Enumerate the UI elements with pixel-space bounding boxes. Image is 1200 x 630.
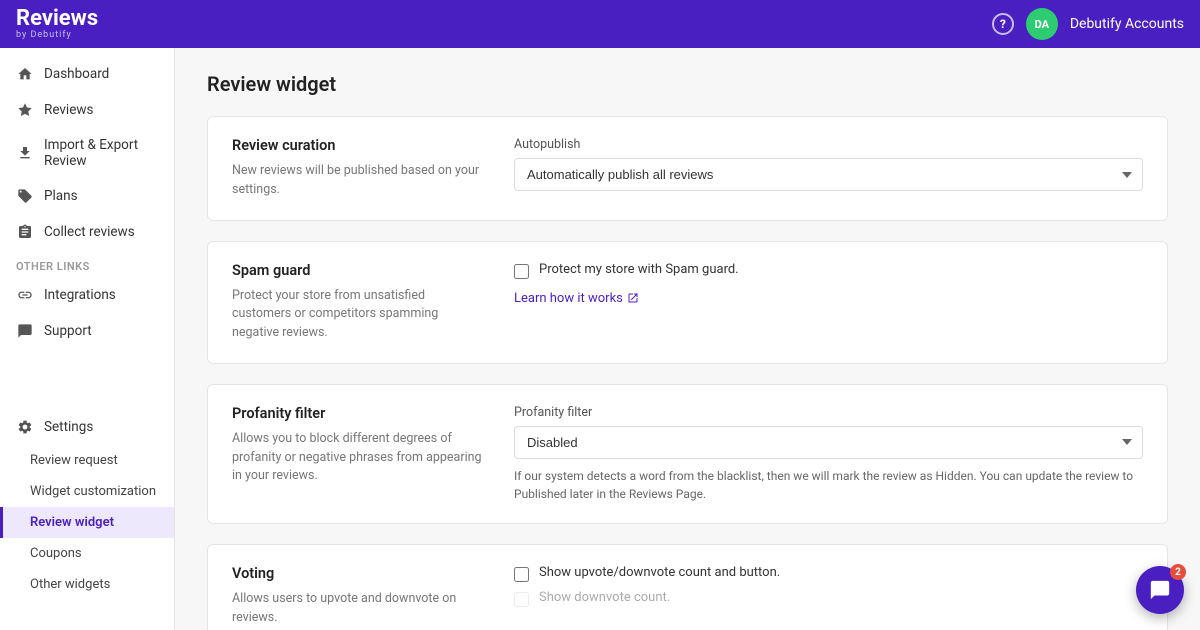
section-info-review-curation: Review curation New reviews will be publ… [232,137,482,200]
section-voting: Voting Allows users to upvote and downvo… [207,544,1168,630]
section-title-profanity: Profanity filter [232,405,482,422]
logo: Reviews by Debutify [16,8,98,40]
chat-bubble-icon [1149,579,1171,601]
sidebar-item-collect-reviews[interactable]: Collect reviews [0,214,174,250]
section-review-curation: Review curation New reviews will be publ… [207,116,1168,221]
sidebar-sub-label-widget-customization: Widget customization [30,484,156,499]
tag-icon [16,187,34,205]
star-icon [16,101,34,119]
header-right: ? DA Debutify Accounts [992,8,1184,40]
profanity-filter-select[interactable]: Disabled Low Medium High [514,426,1143,459]
main-content: Review widget Review curation New review… [175,48,1200,630]
sidebar-label-support: Support [44,323,92,339]
downvote-checkbox-label: Show downvote count. [539,590,670,605]
sidebar-label-collect-reviews: Collect reviews [44,224,135,240]
section-controls-spam-guard: Protect my store with Spam guard. Learn … [514,262,1143,343]
sidebar-sub-widget-customization[interactable]: Widget customization [0,476,174,507]
sidebar-item-support[interactable]: Support [0,313,174,349]
section-controls-voting: Show upvote/downvote count and button. S… [514,565,1143,628]
section-desc-voting: Allows users to upvote and downvote on r… [232,590,482,628]
section-profanity-filter: Profanity filter Allows you to block dif… [207,384,1168,524]
profanity-hint: If our system detects a word from the bl… [514,467,1143,503]
downvote-checkbox[interactable] [514,592,529,607]
sidebar-label-plans: Plans [44,188,78,204]
sidebar-label-dashboard: Dashboard [44,66,109,82]
external-link-icon [627,292,639,304]
autopublish-label: Autopublish [514,137,1143,152]
sidebar-label-import-export: Import & Export Review [44,137,158,169]
chat-icon [16,322,34,340]
clipboard-icon [16,223,34,241]
home-icon [16,65,34,83]
sidebar-label-reviews: Reviews [44,102,94,118]
section-info-profanity: Profanity filter Allows you to block dif… [232,405,482,503]
avatar: DA [1026,8,1058,40]
page-title: Review widget [207,72,1168,96]
learn-how-link[interactable]: Learn how it works [514,291,639,306]
header: Reviews by Debutify ? DA Debutify Accoun… [0,0,1200,48]
section-spam-guard: Spam guard Protect your store from unsat… [207,241,1168,364]
sidebar-sub-label-other-widgets: Other widgets [30,577,110,592]
sidebar-item-reviews[interactable]: Reviews [0,92,174,128]
section-title-review-curation: Review curation [232,137,482,154]
learn-how-text: Learn how it works [514,291,623,306]
sidebar-sub-label-review-request: Review request [30,453,118,468]
section-desc-spam-guard: Protect your store from unsatisfied cust… [232,287,482,343]
upvote-checkbox[interactable] [514,567,529,582]
sidebar-item-integrations[interactable]: Integrations [0,277,174,313]
sidebar-sub-coupons[interactable]: Coupons [0,538,174,569]
profanity-filter-label: Profanity filter [514,405,1143,420]
logo-subtitle: by Debutify [16,30,98,40]
other-links-label: OTHER LINKS [0,250,174,277]
sidebar-sub-label-review-widget: Review widget [30,515,114,530]
chat-bubble[interactable]: 2 [1136,566,1184,614]
section-info-spam-guard: Spam guard Protect your store from unsat… [232,262,482,343]
section-desc-review-curation: New reviews will be published based on y… [232,162,482,200]
spam-guard-checkbox[interactable] [514,264,529,279]
section-desc-profanity: Allows you to block different degrees of… [232,430,482,486]
settings-header[interactable]: Settings [0,409,174,445]
sidebar-label-integrations: Integrations [44,287,116,303]
autopublish-select[interactable]: Automatically publish all reviews Do not… [514,158,1143,191]
spam-guard-checkbox-label: Protect my store with Spam guard. [539,262,739,277]
sidebar: Dashboard Reviews Import & Export Review… [0,48,175,630]
chat-badge: 2 [1170,564,1186,580]
settings-label: Settings [44,419,93,435]
help-icon[interactable]: ? [992,13,1014,35]
spam-guard-checkbox-row: Protect my store with Spam guard. [514,262,1143,279]
user-name: Debutify Accounts [1070,16,1184,32]
downvote-checkbox-row: Show downvote count. [514,590,1143,607]
upvote-checkbox-label: Show upvote/downvote count and button. [539,565,780,580]
sidebar-sub-review-widget[interactable]: Review widget [0,507,174,538]
section-controls-profanity: Profanity filter Disabled Low Medium Hig… [514,405,1143,503]
gear-icon [16,418,34,436]
section-title-voting: Voting [232,565,482,582]
sidebar-sub-label-coupons: Coupons [30,546,82,561]
sidebar-sub-review-request[interactable]: Review request [0,445,174,476]
section-controls-review-curation: Autopublish Automatically publish all re… [514,137,1143,200]
sidebar-sub-other-widgets[interactable]: Other widgets [0,569,174,600]
logo-title: Reviews [16,8,98,30]
sidebar-item-dashboard[interactable]: Dashboard [0,56,174,92]
upvote-checkbox-row: Show upvote/downvote count and button. [514,565,1143,582]
link-icon [16,286,34,304]
download-icon [16,144,34,162]
sidebar-item-import-export[interactable]: Import & Export Review [0,128,174,178]
section-title-spam-guard: Spam guard [232,262,482,279]
section-info-voting: Voting Allows users to upvote and downvo… [232,565,482,628]
sidebar-item-plans[interactable]: Plans [0,178,174,214]
layout: Dashboard Reviews Import & Export Review… [0,48,1200,630]
